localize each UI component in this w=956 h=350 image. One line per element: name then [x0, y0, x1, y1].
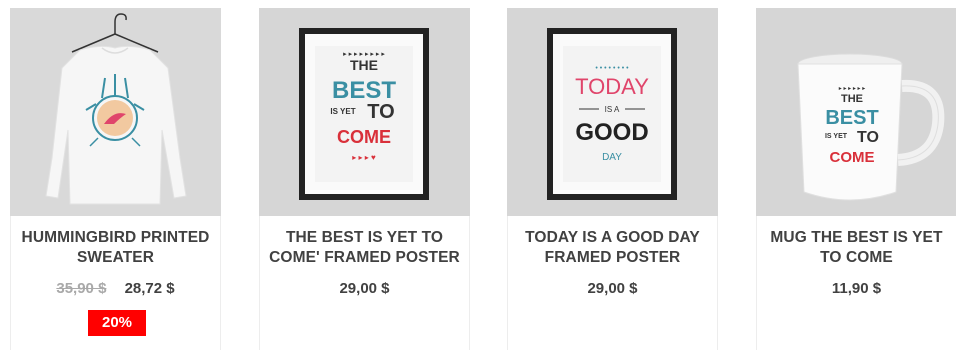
mug-text-best: BEST	[825, 107, 878, 129]
product-info: THE BEST IS YET TO COME' FRAMED POSTER 2…	[259, 216, 470, 350]
framed-poster-image: TODAY IS A GOOD DAY • • • • • • • •	[547, 28, 677, 200]
product-card-sweater[interactable]: HUMMINGBIRD PRINTED SWEATER 35,90 $ 28,7…	[10, 8, 221, 350]
svg-text:▸ ▸ ▸ ▸ ▸ ▸ ▸ ▸: ▸ ▸ ▸ ▸ ▸ ▸ ▸ ▸	[343, 51, 385, 58]
poster-text-is-a: IS A	[605, 105, 620, 114]
product-title[interactable]: TODAY IS A GOOD DAY FRAMED POSTER	[516, 228, 709, 268]
poster-text-to: TO	[367, 101, 394, 123]
product-price: 29,00 $	[339, 280, 390, 297]
poster-text-day: DAY	[602, 152, 622, 163]
product-price: 29,00 $	[587, 280, 638, 297]
product-image-mug[interactable]: THE BEST IS YET TO COME ▸ ▸ ▸ ▸ ▸ ▸	[756, 8, 956, 216]
price-row: 29,00 $	[508, 280, 717, 297]
product-card-mug[interactable]: THE BEST IS YET TO COME ▸ ▸ ▸ ▸ ▸ ▸ MUG …	[756, 8, 956, 350]
poster-text-come: COME	[337, 127, 391, 147]
svg-text:▸ ▸ ▸ ♥: ▸ ▸ ▸ ♥	[352, 153, 376, 162]
product-price: 11,90 $	[831, 280, 882, 297]
product-info: MUG THE BEST IS YET TO COME 11,90 $	[756, 216, 956, 350]
mug-text-to: TO	[857, 129, 879, 146]
product-image-sweater[interactable]	[10, 8, 221, 216]
svg-text:• • • • • • • •: • • • • • • • •	[595, 65, 629, 72]
product-card-best-poster[interactable]: THE BEST IS YET TO COME ▸ ▸ ▸ ♥ ▸ ▸ ▸ ▸ …	[259, 8, 470, 350]
framed-poster-image: THE BEST IS YET TO COME ▸ ▸ ▸ ♥ ▸ ▸ ▸ ▸ …	[299, 28, 429, 200]
poster-text-good: GOOD	[575, 119, 648, 146]
mug-text-come: COME	[830, 149, 875, 166]
product-image-today-poster[interactable]: TODAY IS A GOOD DAY • • • • • • • •	[507, 8, 718, 216]
product-card-today-poster[interactable]: TODAY IS A GOOD DAY • • • • • • • • TODA…	[507, 8, 718, 350]
product-title[interactable]: MUG THE BEST IS YET TO COME	[765, 228, 948, 268]
product-title[interactable]: HUMMINGBIRD PRINTED SWEATER	[19, 228, 212, 268]
price-row: 29,00 $	[260, 280, 469, 297]
mug-text-is-yet: IS YET	[825, 133, 848, 140]
poster-text-the: THE	[350, 57, 378, 73]
poster-text-best: BEST	[332, 77, 396, 104]
price-row: 11,90 $	[757, 280, 956, 297]
product-info: HUMMINGBIRD PRINTED SWEATER 35,90 $ 28,7…	[10, 216, 221, 350]
mug-image: THE BEST IS YET TO COME ▸ ▸ ▸ ▸ ▸ ▸	[797, 53, 945, 201]
poster-text-is-yet: IS YET	[330, 107, 355, 116]
product-title[interactable]: THE BEST IS YET TO COME' FRAMED POSTER	[268, 228, 461, 268]
price-row: 35,90 $ 28,72 $	[11, 280, 220, 297]
discount-badge: 20%	[88, 310, 146, 336]
sweater-image	[45, 13, 187, 205]
product-price: 28,72 $	[124, 280, 175, 297]
poster-text-today: TODAY	[575, 74, 649, 99]
product-info: TODAY IS A GOOD DAY FRAMED POSTER 29,00 …	[507, 216, 718, 350]
mug-text-the: THE	[841, 93, 863, 105]
product-image-best-poster[interactable]: THE BEST IS YET TO COME ▸ ▸ ▸ ♥ ▸ ▸ ▸ ▸ …	[259, 8, 470, 216]
svg-text:▸ ▸ ▸ ▸ ▸ ▸: ▸ ▸ ▸ ▸ ▸ ▸	[839, 86, 865, 92]
regular-price: 35,90 $	[56, 280, 107, 297]
